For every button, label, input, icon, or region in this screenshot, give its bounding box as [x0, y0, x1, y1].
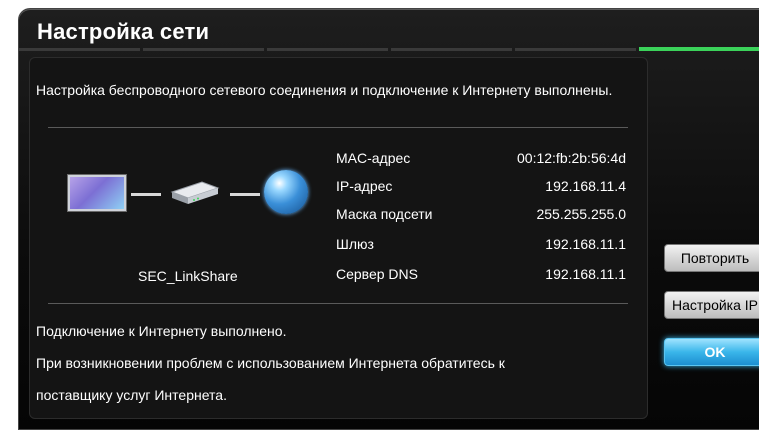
router-icon [170, 181, 220, 204]
progress-step [19, 48, 140, 51]
divider [48, 127, 628, 128]
progress-step-current [639, 47, 759, 51]
progress-step [143, 48, 264, 51]
dialog-title: Настройка сети [37, 19, 210, 44]
info-value: 192.168.11.4 [545, 178, 626, 194]
info-value: 192.168.11.1 [545, 266, 626, 282]
progress-step [391, 48, 512, 51]
connection-line [230, 193, 260, 196]
info-label: Сервер DNS [336, 266, 418, 282]
retry-button[interactable]: Повторить [664, 244, 759, 272]
info-value: 192.168.11.1 [545, 236, 626, 252]
help-message-cont: поставщику услуг Интернета. [36, 387, 227, 403]
info-label: MAC-адрес [336, 150, 411, 166]
setup-progress-bar [19, 47, 759, 51]
tv-screen: Настройка сети Настройка беспроводного с… [0, 0, 759, 430]
info-value: 00:12:fb:2b:56:4d [517, 150, 626, 166]
help-message: При возникновении проблем с использовани… [36, 355, 505, 371]
info-row-subnet: Маска подсети 255.255.255.0 [336, 206, 626, 226]
info-row-gateway: Шлюз 192.168.11.1 [336, 236, 626, 256]
result-message: Подключение к Интернету выполнено. [36, 323, 287, 339]
info-label: IP-адрес [336, 178, 393, 194]
ok-button[interactable]: OK [664, 338, 759, 366]
info-label: Шлюз [336, 236, 374, 252]
info-value: 255.255.255.0 [536, 206, 626, 222]
connection-line [131, 193, 161, 196]
progress-step [515, 48, 636, 51]
globe-icon [264, 170, 308, 214]
network-name: SEC_LinkShare [138, 268, 238, 284]
progress-step [267, 48, 388, 51]
info-label: Маска подсети [336, 206, 433, 222]
divider [48, 303, 628, 304]
info-row-mac: MAC-адрес 00:12:fb:2b:56:4d [336, 150, 626, 170]
tv-icon [68, 175, 126, 211]
info-row-dns: Сервер DNS 192.168.11.1 [336, 266, 626, 286]
info-row-ip: IP-адрес 192.168.11.4 [336, 178, 626, 198]
status-message: Настройка беспроводного сетевого соедине… [36, 82, 613, 98]
ip-settings-button[interactable]: Настройка IP [664, 291, 759, 319]
